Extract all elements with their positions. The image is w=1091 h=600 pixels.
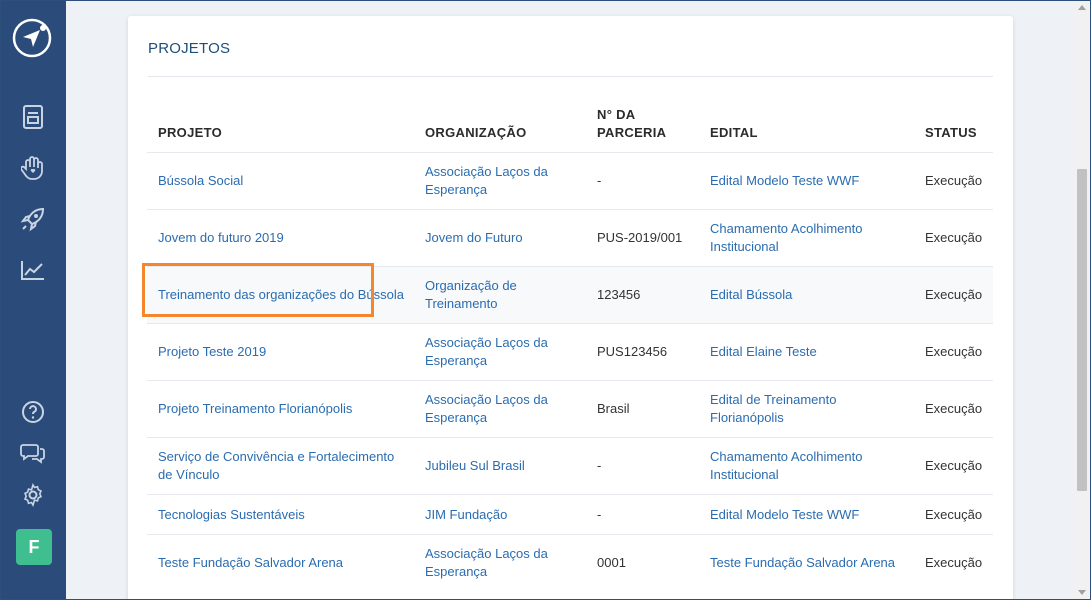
scrollbar-thumb[interactable]	[1077, 169, 1087, 491]
projects-card: PROJETOS PROJETO ORGANIZAÇÃO N° DA PARCER…	[128, 16, 1013, 599]
organizacao-link[interactable]: JIM Fundação	[425, 507, 507, 522]
status-cell: Execução	[914, 494, 993, 535]
status-cell: Execução	[914, 323, 993, 381]
divider	[148, 76, 993, 77]
parceria-cell: -	[586, 494, 699, 535]
table-row: Jovem do futuro 2019 Jovem do Futuro PUS…	[147, 209, 993, 267]
chat-icon[interactable]	[20, 440, 46, 466]
edital-link[interactable]: Chamamento Acolhimento Institucional	[710, 449, 862, 482]
hand-heart-icon[interactable]	[20, 155, 46, 181]
chart-line-icon[interactable]	[20, 257, 46, 283]
organizacao-link[interactable]: Associação Laços da Esperança	[425, 392, 548, 425]
header-projeto[interactable]: PROJETO	[147, 104, 414, 153]
header-parceria-line2: PARCERIA	[597, 125, 667, 140]
organizacao-link[interactable]: Jovem do Futuro	[425, 230, 523, 245]
table-row: Bússola Social Associação Laços da Esper…	[147, 152, 993, 210]
scroll-down-arrow-icon[interactable]	[1078, 590, 1086, 595]
edital-link[interactable]: Edital Modelo Teste WWF	[710, 507, 859, 522]
status-cell: Execução	[914, 437, 993, 495]
edital-link[interactable]: Edital de Treinamento Florianópolis	[710, 392, 836, 425]
scroll-up-arrow-icon[interactable]	[1078, 5, 1086, 10]
projeto-link[interactable]: Projeto Teste 2019	[158, 344, 266, 359]
projeto-link[interactable]: Treinamento das organizações do Bússola	[158, 287, 404, 302]
table-row: Projeto Treinamento Florianópolis Associ…	[147, 380, 993, 438]
sidebar: F	[1, 1, 66, 599]
parceria-cell: 123456	[586, 266, 699, 324]
organizacao-link[interactable]: Jubileu Sul Brasil	[425, 458, 525, 473]
edital-link[interactable]: Teste Fundação Salvador Arena	[710, 555, 895, 570]
parceria-cell: PUS-2019/001	[586, 209, 699, 267]
logo-compass-icon[interactable]	[12, 18, 52, 58]
projeto-link[interactable]: Jovem do futuro 2019	[158, 230, 284, 245]
table-header-row: PROJETO ORGANIZAÇÃO N° DA PARCERIA EDITAL…	[147, 104, 993, 153]
table-row: Projeto Teste 2019 Associação Laços da E…	[147, 323, 993, 381]
status-cell: Execução	[914, 209, 993, 267]
parceria-cell: 0001	[586, 534, 699, 591]
table-row: Serviço de Convivência e Fortalecimento …	[147, 437, 993, 495]
header-parceria-line1: N° DA	[597, 107, 636, 122]
organizacao-link[interactable]: Associação Laços da Esperança	[425, 164, 548, 197]
header-status[interactable]: STATUS	[914, 104, 993, 153]
edital-link[interactable]: Edital Bússola	[710, 287, 792, 302]
projects-table: PROJETO ORGANIZAÇÃO N° DA PARCERIA EDITAL…	[147, 104, 993, 591]
scrollbar[interactable]	[1074, 1, 1090, 599]
parceria-cell: PUS123456	[586, 323, 699, 381]
status-cell: Execução	[914, 266, 993, 324]
gear-icon[interactable]	[20, 482, 46, 508]
projeto-link[interactable]: Projeto Treinamento Florianópolis	[158, 401, 352, 416]
page-title: PROJETOS	[148, 40, 231, 57]
projeto-link[interactable]: Teste Fundação Salvador Arena	[158, 555, 343, 570]
header-organizacao[interactable]: ORGANIZAÇÃO	[414, 104, 586, 153]
header-parceria[interactable]: N° DA PARCERIA	[586, 104, 699, 153]
rocket-icon[interactable]	[20, 206, 46, 232]
parceria-cell: -	[586, 437, 699, 495]
projeto-link[interactable]: Tecnologias Sustentáveis	[158, 507, 305, 522]
document-icon[interactable]	[20, 104, 46, 130]
status-cell: Execução	[914, 152, 993, 210]
projeto-link[interactable]: Bússola Social	[158, 173, 243, 188]
edital-link[interactable]: Chamamento Acolhimento Institucional	[710, 221, 862, 254]
status-cell: Execução	[914, 380, 993, 438]
header-edital[interactable]: EDITAL	[699, 104, 914, 153]
parceria-cell: -	[586, 152, 699, 210]
edital-link[interactable]: Edital Elaine Teste	[710, 344, 817, 359]
table-row: Treinamento das organizações do Bússola …	[147, 266, 993, 324]
table-row: Teste Fundação Salvador Arena Associação…	[147, 534, 993, 591]
projeto-link[interactable]: Serviço de Convivência e Fortalecimento …	[158, 449, 394, 482]
table-row: Tecnologias Sustentáveis JIM Fundação - …	[147, 494, 993, 535]
parceria-cell: Brasil	[586, 380, 699, 438]
edital-link[interactable]: Edital Modelo Teste WWF	[710, 173, 859, 188]
help-icon[interactable]	[20, 399, 46, 425]
status-cell: Execução	[914, 534, 993, 591]
organizacao-link[interactable]: Organização de Treinamento	[425, 278, 517, 311]
organizacao-link[interactable]: Associação Laços da Esperança	[425, 335, 548, 368]
organizacao-link[interactable]: Associação Laços da Esperança	[425, 546, 548, 579]
user-avatar[interactable]: F	[16, 529, 52, 565]
app-window: F PROJETOS PROJETO ORGANIZAÇÃO N° DA PARC…	[0, 0, 1091, 600]
